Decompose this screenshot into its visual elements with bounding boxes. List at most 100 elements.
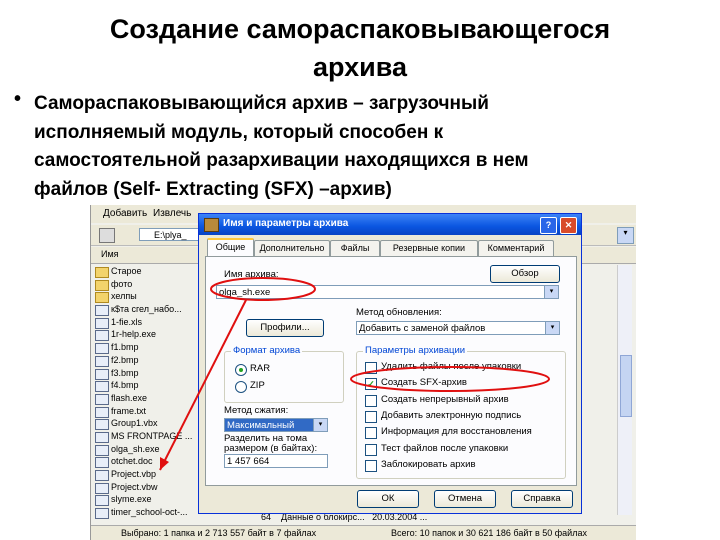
option-label: Создать SFX-архив	[381, 377, 467, 389]
slide-title-line2: архива	[312, 52, 408, 82]
file-name: f2.bmp	[111, 354, 139, 365]
archive-name-label: Имя архива:	[224, 269, 279, 280]
file-name: к$та сгел_набо...	[111, 304, 182, 315]
file-icon	[95, 317, 109, 329]
list-item[interactable]: f4.bmp	[91, 379, 211, 393]
close-icon[interactable]: ✕	[560, 217, 577, 234]
update-method-label: Метод обновления:	[356, 307, 442, 318]
option-label: Добавить электронную подпись	[381, 409, 522, 421]
option-label: Информация для восстановления	[381, 426, 532, 438]
compression-value: Максимальный	[227, 420, 295, 431]
format-group: Формат архива RAR ZIP	[224, 345, 344, 403]
path-dropdown-icon[interactable]: ▾	[617, 227, 634, 244]
help-button[interactable]: Справка	[511, 490, 573, 508]
option-checkbox[interactable]	[365, 459, 377, 472]
file-name: slyme.exe	[111, 494, 152, 505]
option-checkbox[interactable]	[365, 410, 377, 423]
chevron-down-icon[interactable]: ▾	[313, 419, 327, 431]
profiles-button[interactable]: Профили...	[246, 319, 324, 337]
list-item[interactable]: Старое	[91, 265, 211, 278]
column-name-label: Имя	[101, 249, 119, 259]
tab-backup[interactable]: Резервные копии	[380, 240, 478, 256]
list-item[interactable]: olga_sh.exe	[91, 443, 211, 456]
option-checkbox[interactable]: ✓	[365, 378, 377, 391]
chevron-down-icon[interactable]: ▾	[544, 286, 558, 298]
file-icon	[95, 343, 109, 355]
winrar-icon	[204, 218, 219, 232]
file-name: flash.exe	[111, 392, 148, 403]
list-item[interactable]: MS FRONTPAGE ...	[91, 430, 211, 443]
list-item[interactable]: Group1.vbx	[91, 417, 211, 431]
list-item[interactable]: flash.exe	[91, 392, 211, 405]
list-item[interactable]: otchet.doc	[91, 455, 211, 469]
list-item[interactable]: 1r-help.exe	[91, 328, 211, 342]
file-icon	[95, 444, 109, 456]
file-icon	[95, 457, 109, 469]
bullet-marker: •	[14, 88, 22, 110]
help-icon[interactable]: ?	[540, 217, 557, 234]
update-method-select[interactable]: Добавить с заменой файлов ▾	[356, 321, 560, 335]
scrollbar-thumb[interactable]	[620, 355, 632, 417]
scrollbar[interactable]	[617, 265, 632, 515]
browse-button[interactable]: Обзор	[490, 265, 560, 283]
file-name: Group1.vbx	[111, 418, 158, 429]
list-item[interactable]: slyme.exe	[91, 493, 211, 507]
list-item[interactable]: f1.bmp	[91, 341, 211, 355]
file-icon	[95, 482, 109, 494]
dialog-title: Имя и параметры архива	[223, 218, 349, 229]
list-item[interactable]: frame.txt	[91, 405, 211, 418]
list-item[interactable]: f3.bmp	[91, 367, 211, 380]
split-label-2: размером (в байтах):	[224, 443, 318, 454]
toolbar-extract[interactable]: Извлечь	[153, 208, 191, 219]
tab-comment[interactable]: Комментарий	[478, 240, 554, 256]
toolbar-add[interactable]: Добавить	[103, 208, 147, 219]
slide-body-text: Самораспаковывающийся архив – загрузочны…	[34, 90, 684, 204]
option-label: Создать непрерывный архив	[381, 393, 509, 405]
radio-zip[interactable]	[235, 381, 247, 393]
archive-name-input[interactable]: olga_sh.exe ▾	[216, 285, 559, 299]
option-label: Удалить файлы после упаковки	[381, 361, 522, 372]
status-bar: Выбрано: 1 папка и 2 713 557 байт в 7 фа…	[91, 525, 636, 540]
tab-general[interactable]: Общие	[207, 238, 254, 258]
option-checkbox[interactable]	[365, 394, 377, 407]
ok-button[interactable]: ОК	[357, 490, 419, 508]
file-icon	[95, 368, 109, 380]
file-name: хелпы	[111, 291, 137, 302]
split-size-input[interactable]: 1 457 664	[224, 454, 328, 468]
list-item[interactable]: хелпы	[91, 290, 211, 304]
list-item[interactable]: Project.vbp	[91, 468, 211, 481]
list-item[interactable]: фото	[91, 278, 211, 291]
list-item[interactable]: к$та сгел_набо...	[91, 303, 211, 317]
file-name: f4.bmp	[111, 380, 139, 391]
update-method-value: Добавить с заменой файлов	[359, 323, 486, 334]
option-checkbox[interactable]	[365, 427, 377, 440]
list-item[interactable]: Project.vbw	[91, 481, 211, 494]
file-name: f3.bmp	[111, 367, 139, 378]
tab-files[interactable]: Файлы	[330, 240, 380, 256]
folder-icon	[95, 292, 109, 304]
file-name: olga_sh.exe	[111, 443, 160, 454]
options-group-title: Параметры архивации	[363, 345, 468, 356]
chevron-down-icon[interactable]: ▾	[545, 322, 559, 334]
file-icon	[95, 419, 109, 431]
file-icon	[95, 305, 109, 317]
compression-label: Метод сжатия:	[224, 405, 289, 416]
list-item[interactable]: f2.bmp	[91, 354, 211, 367]
tab-advanced[interactable]: Дополнительно	[254, 240, 330, 256]
list-item[interactable]: timer_school-oct-...	[91, 506, 211, 520]
status-total: Всего: 10 папок и 30 621 186 байт в 50 ф…	[391, 528, 587, 538]
radio-rar[interactable]	[235, 364, 247, 376]
up-folder-button[interactable]	[99, 228, 115, 243]
radio-zip-label: ZIP	[250, 380, 265, 391]
option-checkbox[interactable]	[365, 362, 377, 374]
dialog-title-bar: Имя и параметры архива ? ✕	[199, 214, 581, 235]
option-checkbox[interactable]	[365, 443, 377, 456]
file-icon	[95, 355, 109, 367]
compression-select[interactable]: Максимальный ▾	[224, 418, 328, 432]
cancel-button[interactable]: Отмена	[434, 490, 496, 508]
folder-icon	[95, 279, 109, 291]
file-name: f1.bmp	[111, 342, 139, 353]
list-item[interactable]: 1-fie.xls	[91, 316, 211, 329]
option-label: Заблокировать архив	[381, 458, 476, 470]
file-name: otchet.doc	[111, 456, 153, 467]
